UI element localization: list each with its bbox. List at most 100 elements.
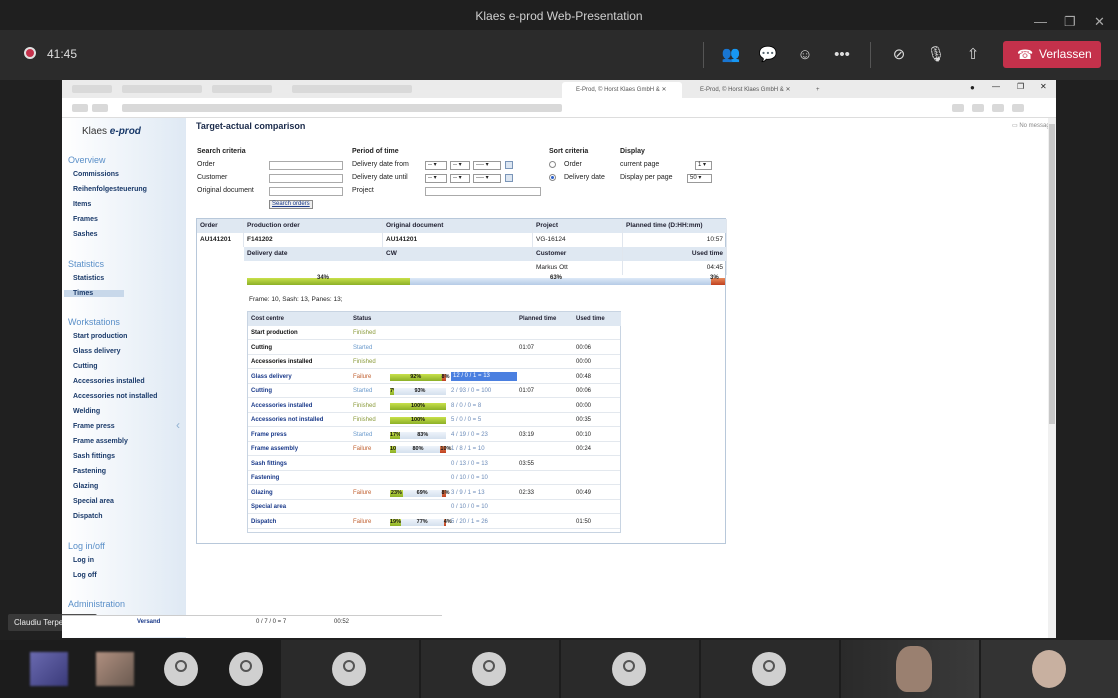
- participant-avatar[interactable]: [30, 652, 68, 686]
- participant-avatar[interactable]: [164, 652, 198, 686]
- current-page-select[interactable]: 1 ▾: [695, 161, 712, 170]
- cost-centre-name[interactable]: Frame press: [248, 428, 350, 442]
- segment-finished: 100%: [390, 402, 446, 410]
- segment-finished: 23%: [390, 489, 403, 497]
- count-summary[interactable]: 5 / 20 / 1 = 26: [451, 515, 517, 529]
- customer-input[interactable]: [269, 174, 343, 183]
- count-summary[interactable]: 2 / 93 / 0 = 100: [451, 384, 517, 398]
- nav-log-off[interactable]: Log off: [73, 572, 97, 579]
- count-summary[interactable]: 12 / 0 / 1 = 13: [451, 371, 517, 381]
- camera-off-icon[interactable]: ⊘: [888, 44, 910, 66]
- col-delivery-date: Delivery date: [244, 247, 383, 261]
- leave-button[interactable]: ☎ Verlassen: [1003, 41, 1101, 68]
- participant-avatar[interactable]: [332, 652, 366, 686]
- from-day-select[interactable]: -- ▾: [425, 161, 447, 170]
- count-summary[interactable]: 0 / 13 / 0 = 13: [451, 457, 517, 471]
- planned-time: 01:07: [519, 388, 535, 394]
- nav-items[interactable]: Items: [73, 201, 91, 208]
- participant-video[interactable]: [841, 640, 979, 698]
- col-cw: CW: [383, 247, 533, 261]
- count-summary[interactable]: 0 / 10 / 0 = 10: [451, 500, 517, 514]
- more-options-icon[interactable]: •••: [831, 44, 853, 66]
- chat-icon[interactable]: 💬: [757, 44, 779, 66]
- cost-centre-name[interactable]: Fastening: [248, 471, 350, 485]
- nav-glazing[interactable]: Glazing: [73, 483, 98, 490]
- participant-avatar[interactable]: [1032, 650, 1066, 688]
- nav-cutting[interactable]: Cutting: [73, 363, 98, 370]
- sort-delivery-radio[interactable]: [549, 174, 556, 181]
- nav-reihenfolgesteuerung[interactable]: Reihenfolgesteuerung: [73, 186, 147, 193]
- per-page-select[interactable]: 50 ▾: [687, 174, 712, 183]
- nav-glass-delivery[interactable]: Glass delivery: [73, 348, 120, 355]
- cost-centre-name[interactable]: Sash fittings: [248, 457, 350, 471]
- reactions-icon[interactable]: ☺: [794, 44, 816, 66]
- browser-minimize-icon[interactable]: —: [992, 82, 1000, 91]
- new-tab-icon[interactable]: +: [812, 82, 826, 98]
- cost-centre-name[interactable]: Cutting: [248, 384, 350, 398]
- calendar-icon[interactable]: [505, 174, 513, 182]
- participant-avatar[interactable]: [229, 652, 263, 686]
- search-orders-button[interactable]: Search orders: [269, 200, 313, 209]
- segment-open: 77%: [400, 518, 444, 526]
- cost-centre-name[interactable]: Accessories not installed: [248, 413, 350, 427]
- participant-avatar[interactable]: [472, 652, 506, 686]
- nav-special-area[interactable]: Special area: [73, 498, 114, 505]
- display-title: Display: [620, 148, 645, 155]
- browser-tab-2[interactable]: E-Prod, © Horst Klaes GmbH & ✕: [686, 82, 806, 98]
- cost-centre-name[interactable]: Dispatch: [248, 515, 350, 529]
- participant-avatar[interactable]: [612, 652, 646, 686]
- participant-avatar[interactable]: [752, 652, 786, 686]
- nav-start-production[interactable]: Start production: [73, 333, 127, 340]
- cost-centre-name[interactable]: Special area: [248, 500, 350, 514]
- nav-times[interactable]: Times: [64, 290, 124, 297]
- profile-icon[interactable]: ●: [970, 83, 975, 92]
- cost-centre-name[interactable]: Glass delivery: [248, 370, 350, 384]
- browser-tab-1[interactable]: E-Prod, © Horst Klaes GmbH & ✕: [562, 82, 682, 98]
- nav-sashes[interactable]: Sashes: [73, 231, 98, 238]
- count-summary[interactable]: 4 / 19 / 0 = 23: [451, 428, 517, 442]
- frame-info: Frame: 10, Sash: 13, Panes: 13;: [249, 296, 343, 303]
- address-bar[interactable]: [62, 98, 1056, 118]
- browser-close-icon[interactable]: ✕: [1040, 82, 1047, 91]
- participant-avatar[interactable]: [96, 652, 134, 686]
- count-summary[interactable]: 3 / 9 / 1 = 13: [451, 486, 517, 500]
- nav-frame-assembly[interactable]: Frame assembly: [73, 438, 128, 445]
- nav-statistics[interactable]: Statistics: [73, 275, 104, 282]
- nav-log-in[interactable]: Log in: [73, 557, 94, 564]
- order-number[interactable]: AU141201: [197, 233, 244, 247]
- calendar-icon[interactable]: [505, 161, 513, 169]
- browser-restore-icon[interactable]: ❐: [1017, 82, 1024, 91]
- project-input[interactable]: [425, 187, 541, 196]
- nav-welding[interactable]: Welding: [73, 408, 100, 415]
- sort-order-radio[interactable]: [549, 161, 556, 168]
- until-month-select[interactable]: -- ▾: [450, 174, 470, 183]
- until-year-select[interactable]: ---- ▾: [473, 174, 501, 183]
- cost-centre-name[interactable]: Glazing: [248, 486, 350, 500]
- participants-icon[interactable]: 👥: [720, 44, 742, 66]
- collapse-sidebar-icon[interactable]: ‹: [176, 418, 180, 432]
- count-summary[interactable]: 8 / 0 / 0 = 8: [451, 399, 517, 413]
- col-order: Order: [197, 219, 244, 233]
- nav-commissions[interactable]: Commissions: [73, 171, 119, 178]
- page-scrollbar[interactable]: [1048, 118, 1056, 638]
- nav-accessories-not-installed[interactable]: Accessories not installed: [73, 393, 157, 400]
- count-summary[interactable]: 1 / 8 / 1 = 10: [451, 442, 517, 456]
- from-year-select[interactable]: ---- ▾: [473, 161, 501, 170]
- order-input[interactable]: [269, 161, 343, 170]
- nav-fastening[interactable]: Fastening: [73, 468, 106, 475]
- nav-accessories-installed[interactable]: Accessories installed: [73, 378, 145, 385]
- from-month-select[interactable]: -- ▾: [450, 161, 470, 170]
- count-summary[interactable]: 0 / 10 / 0 = 10: [451, 471, 517, 485]
- nav-frame-press[interactable]: Frame press: [73, 423, 115, 430]
- until-day-select[interactable]: -- ▾: [425, 174, 447, 183]
- nav-sash-fittings[interactable]: Sash fittings: [73, 453, 115, 460]
- nav-frames[interactable]: Frames: [73, 216, 98, 223]
- nav-dispatch[interactable]: Dispatch: [73, 513, 103, 520]
- count-summary[interactable]: 5 / 0 / 0 = 5: [451, 413, 517, 427]
- share-screen-icon[interactable]: ⇧: [962, 44, 984, 66]
- versand-counts: 0 / 7 / 0 = 7: [256, 619, 287, 625]
- original-document-input[interactable]: [269, 187, 343, 196]
- cost-centre-name[interactable]: Frame assembly: [248, 442, 350, 456]
- mic-off-icon[interactable]: 🎙: [925, 44, 947, 66]
- cost-centre-name[interactable]: Accessories installed: [248, 399, 350, 413]
